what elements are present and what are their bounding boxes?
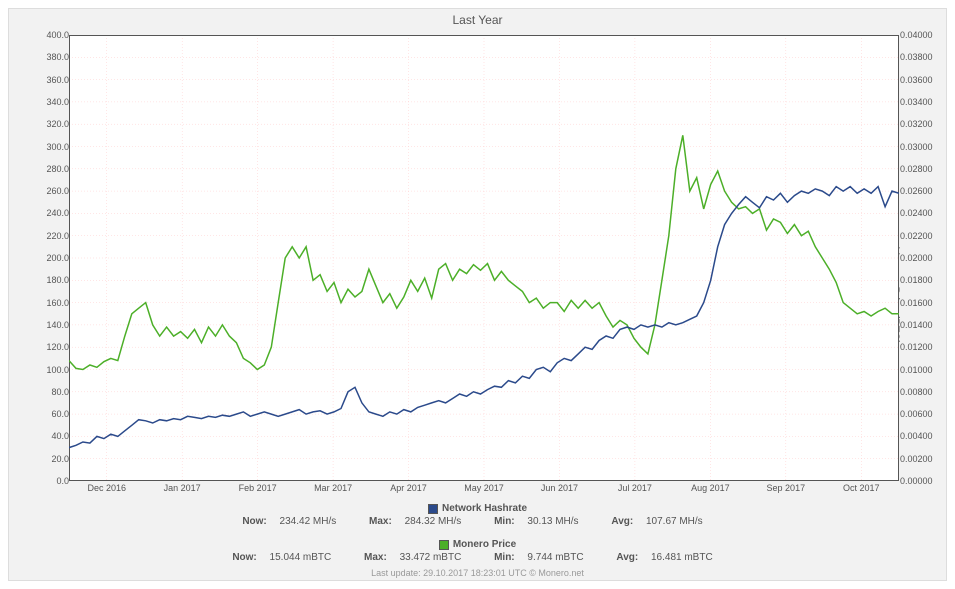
x-tick: Oct 2017	[843, 483, 880, 493]
y-right-tick: 0.03600	[900, 75, 942, 85]
y-left-tick: 60.0	[27, 409, 69, 419]
y-right-tick: 0.03800	[900, 52, 942, 62]
y-right-tick: 0.00800	[900, 387, 942, 397]
y-right-tick: 0.03000	[900, 142, 942, 152]
y-left-ticks: 0.020.040.060.080.0100.0120.0140.0160.01…	[27, 35, 69, 481]
y-left-tick: 80.0	[27, 387, 69, 397]
y-right-tick: 0.00000	[900, 476, 942, 486]
y-left-tick: 380.0	[27, 52, 69, 62]
y-left-tick: 40.0	[27, 431, 69, 441]
y-left-tick: 280.0	[27, 164, 69, 174]
chart-panel: Last Year Monero Network Hashrate (MH/s)…	[8, 8, 947, 581]
y-right-tick: 0.01800	[900, 275, 942, 285]
y-right-tick: 0.02200	[900, 231, 942, 241]
x-tick: Mar 2017	[314, 483, 352, 493]
y-left-tick: 100.0	[27, 365, 69, 375]
y-left-tick: 340.0	[27, 97, 69, 107]
y-right-tick: 0.01600	[900, 298, 942, 308]
y-right-tick: 0.01000	[900, 365, 942, 375]
y-right-tick: 0.03200	[900, 119, 942, 129]
x-tick: Aug 2017	[691, 483, 730, 493]
legend-hashrate: Network Hashrate Now: 234.42 MH/s Max: 2…	[9, 503, 946, 527]
y-right-tick: 0.04000	[900, 30, 942, 40]
x-tick: Apr 2017	[390, 483, 427, 493]
y-left-tick: 360.0	[27, 75, 69, 85]
x-tick: Jun 2017	[541, 483, 578, 493]
y-left-tick: 160.0	[27, 298, 69, 308]
x-tick: Dec 2016	[87, 483, 126, 493]
y-left-tick: 300.0	[27, 142, 69, 152]
y-right-tick: 0.00200	[900, 454, 942, 464]
y-left-tick: 240.0	[27, 208, 69, 218]
legend-price-label: Monero Price	[453, 539, 516, 550]
legend-hashrate-label: Network Hashrate	[442, 503, 527, 514]
y-left-tick: 320.0	[27, 119, 69, 129]
y-right-tick: 0.02600	[900, 186, 942, 196]
y-left-tick: 200.0	[27, 253, 69, 263]
swatch-price-icon	[439, 540, 449, 550]
y-right-tick: 0.02800	[900, 164, 942, 174]
y-right-tick: 0.02400	[900, 208, 942, 218]
legend-price: Monero Price Now: 15.044 mBTC Max: 33.47…	[9, 539, 946, 563]
y-left-tick: 260.0	[27, 186, 69, 196]
chart-footer: Last update: 29.10.2017 18:23:01 UTC © M…	[9, 568, 946, 578]
y-left-tick: 0.0	[27, 476, 69, 486]
y-right-tick: 0.00400	[900, 431, 942, 441]
chart-svg	[69, 35, 899, 481]
y-left-tick: 140.0	[27, 320, 69, 330]
stats-hashrate: Now: 234.42 MH/s Max: 284.32 MH/s Min: 3…	[9, 516, 946, 527]
x-tick: May 2017	[464, 483, 504, 493]
y-right-tick: 0.02000	[900, 253, 942, 263]
y-right-tick: 0.03400	[900, 97, 942, 107]
y-left-tick: 20.0	[27, 454, 69, 464]
y-right-ticks: 0.000000.002000.004000.006000.008000.010…	[900, 35, 942, 481]
y-left-tick: 180.0	[27, 275, 69, 285]
y-left-tick: 400.0	[27, 30, 69, 40]
plot-area	[69, 35, 899, 481]
x-tick: Jan 2017	[164, 483, 201, 493]
chart-title: Last Year	[9, 9, 946, 27]
x-tick: Feb 2017	[239, 483, 277, 493]
stats-price: Now: 15.044 mBTC Max: 33.472 mBTC Min: 9…	[9, 552, 946, 563]
x-ticks: Dec 2016 Jan 2017 Feb 2017 Mar 2017 Apr 2017…	[69, 483, 899, 497]
y-left-tick: 120.0	[27, 342, 69, 352]
y-right-tick: 0.01200	[900, 342, 942, 352]
y-right-tick: 0.01400	[900, 320, 942, 330]
swatch-hashrate-icon	[428, 504, 438, 514]
y-right-tick: 0.00600	[900, 409, 942, 419]
x-tick: Jul 2017	[618, 483, 652, 493]
x-tick: Sep 2017	[767, 483, 806, 493]
y-left-tick: 220.0	[27, 231, 69, 241]
